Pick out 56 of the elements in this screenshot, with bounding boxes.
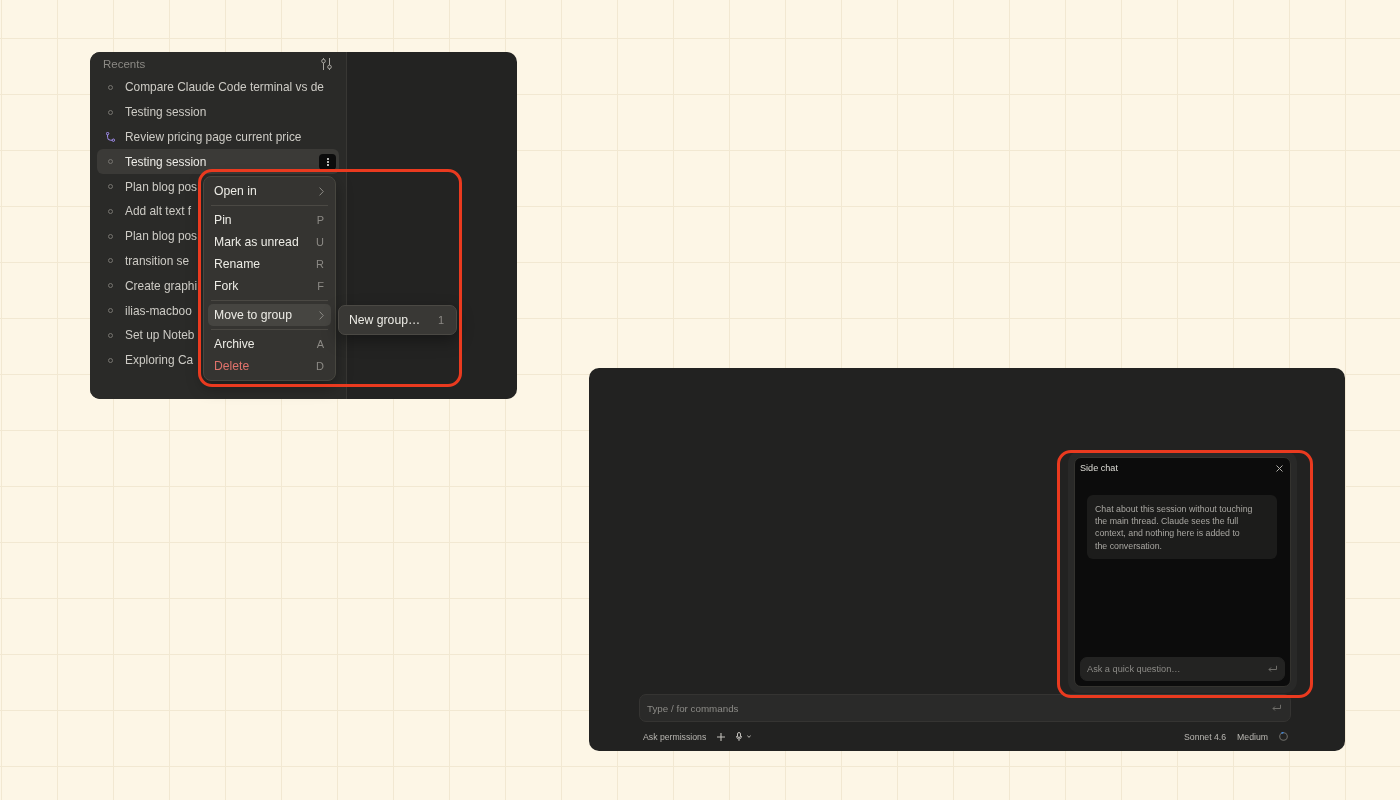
menu-item[interactable]: Delete D [208,355,331,377]
circle-icon [107,159,113,165]
info-message: Chat about this session without touching the main thread. Claude sees the full context, and nothing here is added to the conversation. [1087,495,1277,559]
more-button[interactable] [319,153,336,170]
session-item[interactable]: transition se [97,248,191,274]
session-item[interactable]: Plan blog pos [97,174,199,199]
menu-item[interactable]: Rename R [208,253,331,275]
chevron-right-icon [319,186,324,196]
close-icon [1276,464,1283,472]
circle-icon [107,184,113,190]
circle-icon [107,84,113,90]
circle-icon [107,258,113,264]
circle-icon [107,357,113,363]
session-item[interactable]: ilias-macboo [97,298,193,323]
circle-icon [107,208,113,214]
session-item[interactable]: Plan blog pos [97,223,199,249]
menu-item[interactable]: Fork F [208,275,331,297]
model-button[interactable]: Sonnet 4.6 [1184,731,1227,742]
session-item[interactable]: Review pricing page current price [97,124,303,150]
session-item[interactable]: Exploring Ca [97,347,195,373]
caret-down-icon [747,735,752,738]
return-icon [1272,704,1281,712]
section-heading: Recents [103,57,146,70]
menu-item[interactable]: Pin P [208,209,331,231]
permissions-button[interactable]: Ask permissions [643,731,707,742]
vertical-dots-icon [326,157,329,166]
circle-icon [107,233,113,239]
plus-icon [717,732,726,741]
session-item[interactable]: Testing session [97,99,208,125]
effort-button[interactable]: Medium [1237,731,1268,742]
close-button[interactable] [1276,464,1283,472]
circle-icon [107,308,113,314]
panel-title: Side chat [1080,463,1118,473]
sliders-icon[interactable] [321,57,332,70]
session-item[interactable]: Set up Noteb [97,322,196,348]
circle-icon [107,332,113,338]
menu-item[interactable]: New group… 1 [343,310,452,330]
microphone-icon [736,732,743,741]
circle-icon [107,283,113,289]
branch-icon [105,132,115,142]
voice-button[interactable] [736,732,752,741]
session-item[interactable]: Create graphi [97,273,199,299]
command-input[interactable]: Type / for commands [639,694,1291,722]
menu-item[interactable]: Archive A [208,333,331,355]
menu-item[interactable]: Move to group [208,304,331,326]
chevron-right-icon [319,310,324,320]
add-button[interactable] [717,732,726,741]
session-item[interactable]: Testing session [97,149,339,175]
ring-icon [1279,732,1288,741]
menu-item[interactable]: Mark as unread U [208,231,331,253]
session-item[interactable]: Compare Claude Code terminal vs de [97,75,325,100]
return-icon [1268,665,1277,673]
question-input[interactable]: Ask a quick question… [1080,657,1285,681]
session-item[interactable]: Add alt text f [97,199,193,224]
menu-item[interactable]: Open in [208,180,331,202]
circle-icon [107,109,113,115]
